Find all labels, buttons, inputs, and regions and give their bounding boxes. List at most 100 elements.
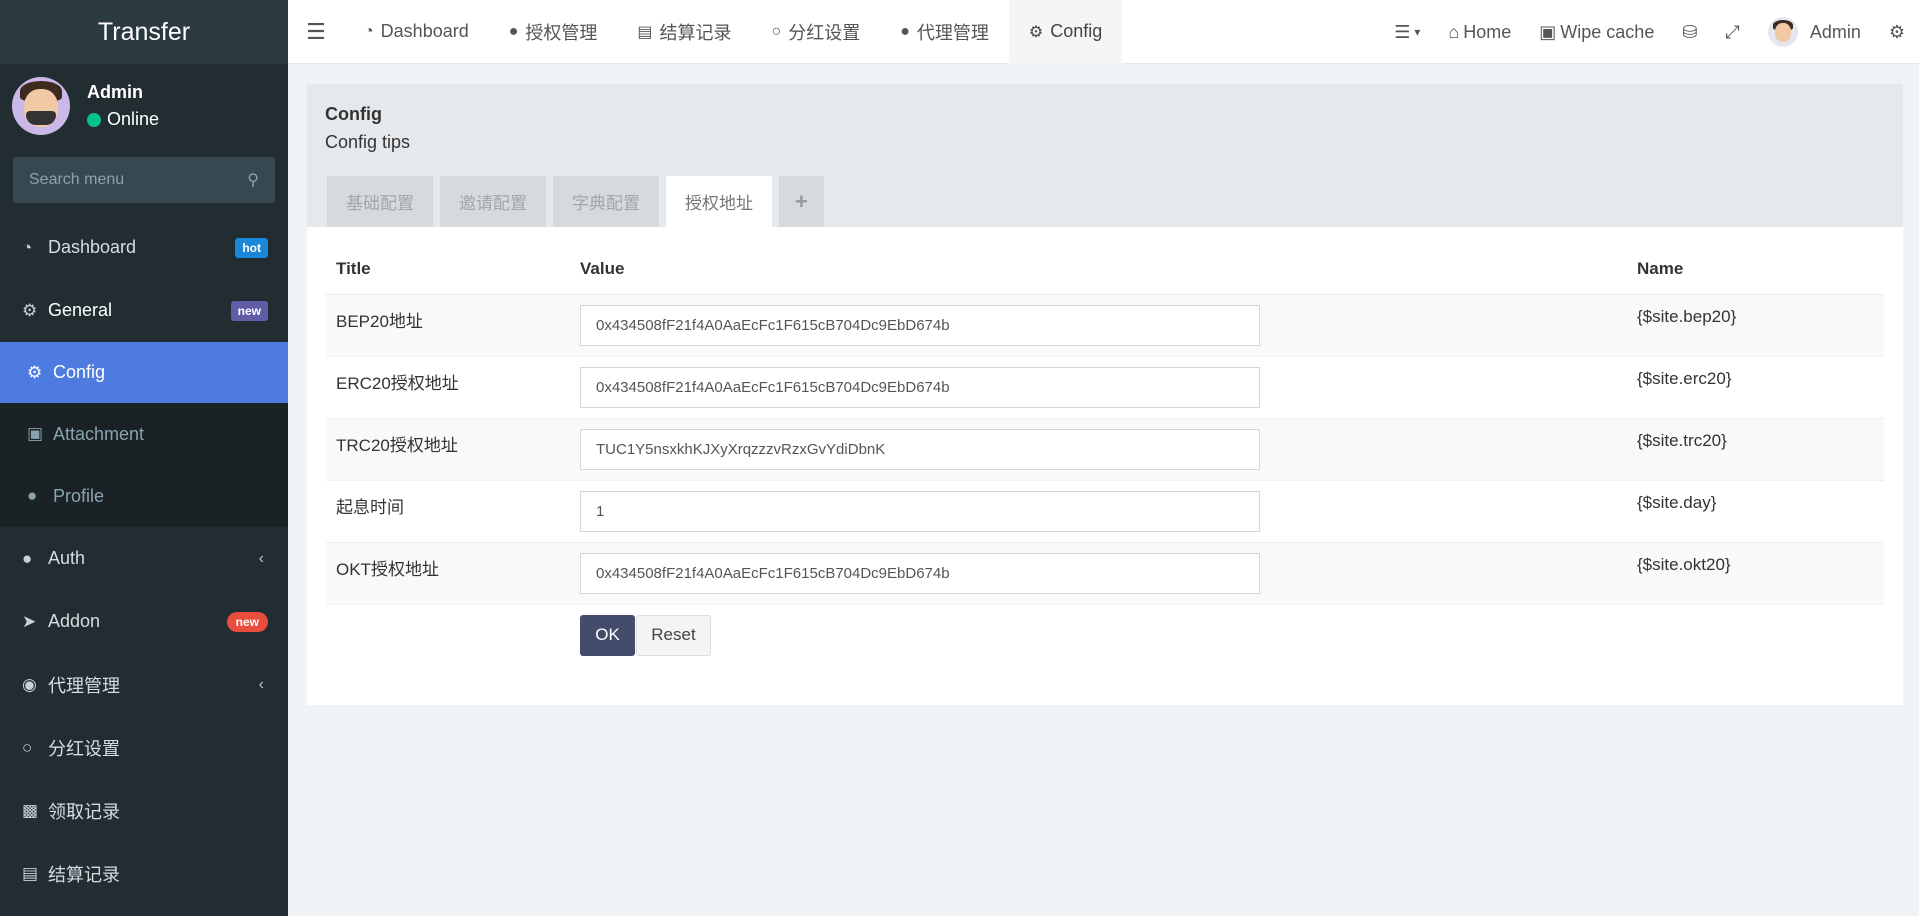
user-icon: ● <box>27 486 38 505</box>
table-row: 起息时间 {$site.day} <box>326 480 1884 543</box>
sidebar-item-settlement[interactable]: ▤ 结算记录 <box>0 842 288 905</box>
app-logo[interactable]: Transfer <box>0 0 288 64</box>
sidebar-item-addon[interactable]: ➤ Addon new <box>0 590 288 653</box>
table-row: BEP20地址 {$site.bep20} <box>326 294 1884 357</box>
user-name: Admin <box>87 82 143 102</box>
chevron-left-icon: ‹ <box>258 675 264 693</box>
avatar <box>12 77 70 135</box>
table-row: TRC20授权地址 {$site.trc20} <box>326 418 1884 481</box>
row-title: 起息时间 <box>326 480 570 543</box>
avatar <box>1767 17 1798 47</box>
sidebar-item-general[interactable]: ⚙ General new <box>0 279 288 342</box>
tab-settlement[interactable]: ▤ 结算记录 <box>617 0 751 64</box>
circle-icon: ○ <box>22 737 33 757</box>
sidebar-item-dividend[interactable]: ○ 分红设置 <box>0 716 288 779</box>
panel-header: Config Config tips 基础配置 邀请配置 字典配置 授权地址 + <box>307 84 1903 227</box>
row-title: ERC20授权地址 <box>326 356 570 419</box>
row-name: {$site.okt20} <box>1627 542 1884 605</box>
tab-auth-manage[interactable]: ● 授权管理 <box>489 0 618 64</box>
tab-dividend[interactable]: ○ 分红设置 <box>752 0 881 64</box>
okt-address-input[interactable] <box>580 552 1260 594</box>
list-icon: ☰ <box>1394 21 1411 42</box>
table-row: ERC20授权地址 {$site.erc20} <box>326 356 1884 419</box>
dashboard-icon: ◔ <box>364 22 374 40</box>
language-icon[interactable]: ⛁ <box>1668 0 1711 64</box>
gear-icon: ⚙ <box>1028 23 1044 41</box>
tab-basic-config[interactable]: 基础配置 <box>327 176 433 227</box>
image-icon: ▣ <box>27 424 44 443</box>
button-row: OK Reset <box>326 604 1884 674</box>
rocket-icon: ➤ <box>22 611 37 631</box>
menu-list-dropdown[interactable]: ☰ ▾ <box>1380 0 1434 64</box>
group-icon: ● <box>508 22 519 40</box>
circle-icon: ○ <box>771 22 782 40</box>
config-panel: Config Config tips 基础配置 邀请配置 字典配置 授权地址 +… <box>307 84 1903 705</box>
cake-icon: ▩ <box>22 800 39 820</box>
cc-icon: ▤ <box>22 863 39 883</box>
hot-badge: hot <box>235 237 268 258</box>
row-title: OKT授权地址 <box>326 542 570 605</box>
user-icon: ● <box>900 22 910 40</box>
config-table: Title Value Name BEP20地址 {$site.bep20} E… <box>326 244 1884 674</box>
search-icon[interactable]: ⚲ <box>247 170 259 190</box>
table-row: OKT授权地址 {$site.okt20} <box>326 542 1884 605</box>
cogs-icon: ⚙ <box>22 300 38 320</box>
config-tabs: 基础配置 邀请配置 字典配置 授权地址 + <box>327 176 831 227</box>
trash-icon: ▣ <box>1539 21 1557 42</box>
tab-config[interactable]: ⚙ Config <box>1008 0 1123 64</box>
home-link[interactable]: ⌂ Home <box>1434 0 1525 64</box>
page-tips: Config tips <box>325 132 411 152</box>
dashboard-icon: ◔ <box>22 237 33 257</box>
group-icon: ● <box>22 548 33 568</box>
tab-dictionary-config[interactable]: 字典配置 <box>553 176 659 227</box>
app-title: Transfer <box>97 17 191 46</box>
user-panel: Admin Online <box>0 64 288 148</box>
sidebar-item-agent[interactable]: ◉ 代理管理 ‹ <box>0 653 288 716</box>
caret-down-icon: ▾ <box>1414 25 1421 39</box>
page-title: Config <box>325 104 382 124</box>
cogs-icon[interactable]: ⚙ <box>1875 0 1919 64</box>
sidebar-search: ⚲ <box>13 157 275 203</box>
cc-icon: ▤ <box>637 23 653 41</box>
tab-dashboard[interactable]: ◔ Dashboard <box>344 0 489 64</box>
sidebar-toggle-icon[interactable]: ☰ <box>288 0 344 64</box>
sidebar-item-dashboard[interactable]: ◔ Dashboard hot <box>0 216 288 279</box>
reset-button[interactable]: Reset <box>636 614 711 656</box>
sidebar-item-config[interactable]: ⚙ Config <box>0 342 288 403</box>
sidebar: Transfer Admin Online ⚲ ◔ Dashboard hot … <box>0 0 288 916</box>
new-badge: new <box>226 611 268 632</box>
row-name: {$site.erc20} <box>1627 356 1884 419</box>
user-status: Online <box>87 109 159 130</box>
home-icon: ⌂ <box>1448 21 1460 42</box>
sidebar-item-auth[interactable]: ● Auth ‹ <box>0 527 288 590</box>
fullscreen-icon[interactable]: ⤢ <box>1711 0 1753 64</box>
row-name: {$site.bep20} <box>1627 294 1884 357</box>
sidebar-item-claims[interactable]: ▩ 领取记录 <box>0 779 288 842</box>
tab-agent[interactable]: ● 代理管理 <box>880 0 1009 64</box>
column-header-name: Name <box>1627 244 1884 295</box>
top-navbar: ☰ ◔ Dashboard ● 授权管理 ▤ 结算记录 ○ 分红设置 ● 代理管理 ⚙ Co… <box>288 0 1919 64</box>
row-name: {$site.trc20} <box>1627 418 1884 481</box>
user-circle-icon: ◉ <box>22 674 37 694</box>
row-title: BEP20地址 <box>326 294 570 357</box>
tab-auth-address[interactable]: 授权地址 <box>666 176 772 227</box>
ok-button[interactable]: OK <box>580 614 635 656</box>
sidebar-item-attachment[interactable]: ▣ Attachment <box>0 403 288 465</box>
add-tab-button[interactable]: + <box>779 176 824 227</box>
online-dot-icon <box>87 112 101 127</box>
new-badge: new <box>230 300 268 321</box>
sidebar-item-profile[interactable]: ● Profile <box>0 465 288 527</box>
column-header-value: Value <box>570 244 1627 295</box>
wipe-cache-button[interactable]: ▣ Wipe cache <box>1525 0 1668 64</box>
search-input[interactable] <box>29 171 229 189</box>
bep20-address-input[interactable] <box>580 304 1260 346</box>
chevron-left-icon: ‹ <box>258 549 264 567</box>
row-title: TRC20授权地址 <box>326 418 570 481</box>
user-menu[interactable]: Admin <box>1754 0 1875 64</box>
erc20-address-input[interactable] <box>580 366 1260 408</box>
gear-icon: ⚙ <box>27 362 43 382</box>
interest-start-input[interactable] <box>580 490 1260 532</box>
column-header-title: Title <box>326 244 570 295</box>
tab-invite-config[interactable]: 邀请配置 <box>440 176 546 227</box>
trc20-address-input[interactable] <box>580 428 1260 470</box>
